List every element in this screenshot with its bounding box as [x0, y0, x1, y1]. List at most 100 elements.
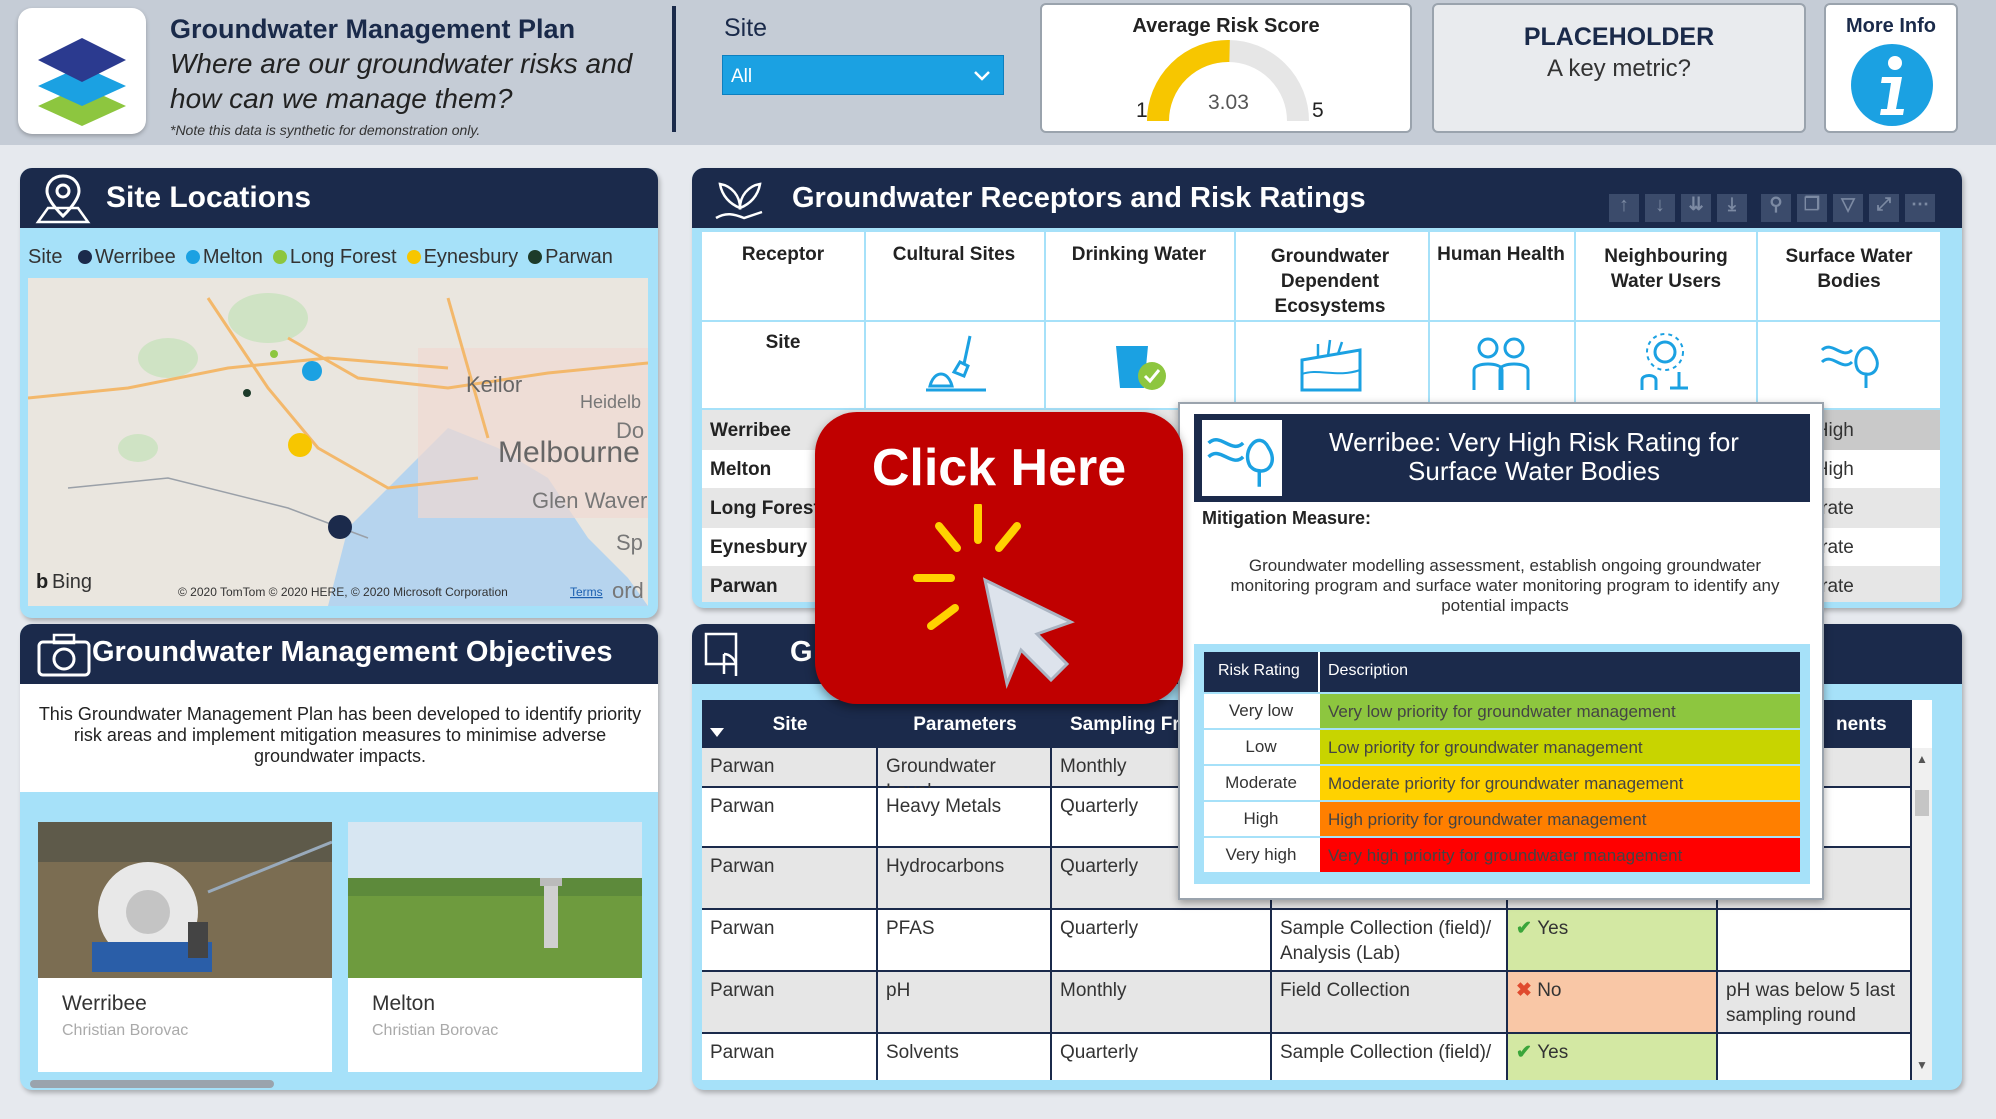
- cell-param[interactable]: Solvents: [878, 1034, 1052, 1080]
- cell-comment[interactable]: [1718, 910, 1912, 972]
- col-gde[interactable]: Groundwater Dependent Ecosystems: [1250, 244, 1410, 319]
- more-options-icon[interactable]: ⋯: [1905, 194, 1935, 222]
- cell-site[interactable]: Parwan: [702, 788, 878, 848]
- gauge-value: 3.03: [1208, 91, 1249, 114]
- cell-param[interactable]: PFAS: [878, 910, 1052, 972]
- col-surface-water-bodies[interactable]: Surface Water Bodies: [1776, 244, 1922, 294]
- camera-icon: [37, 633, 91, 677]
- map-label-melbourne: Melbourne: [498, 436, 640, 469]
- werribee-photo: [38, 822, 333, 978]
- col-drinking-water[interactable]: Drinking Water: [1044, 244, 1234, 266]
- neighbouring-users-icon: [1640, 333, 1688, 390]
- sort-desc-icon[interactable]: [710, 728, 724, 738]
- legend-item-long-forest[interactable]: Long Forest: [290, 246, 397, 268]
- drill-down-icon[interactable]: ↓: [1645, 194, 1675, 222]
- risk-tooltip: Werribee: Very High Risk Rating for Surf…: [1178, 402, 1824, 900]
- surface-water-icon: [1820, 345, 1879, 388]
- legend-item-eynesbury[interactable]: Eynesbury: [424, 246, 519, 268]
- rating-description: High priority for groundwater management: [1318, 802, 1800, 836]
- col-human-health[interactable]: Human Health: [1428, 244, 1574, 266]
- layers-icon: [38, 38, 126, 126]
- location-pin-icon: [35, 174, 91, 224]
- rating-table: Risk Rating Description Very low Very low…: [1204, 652, 1800, 876]
- cell-comment[interactable]: pH was below 5 last sampling round: [1718, 972, 1912, 1034]
- cell-comment[interactable]: [1718, 1034, 1912, 1080]
- cell-status[interactable]: ✖ No: [1508, 972, 1718, 1034]
- photo-card-melton[interactable]: Melton Christian Borovac: [348, 822, 642, 1072]
- rating-cell: High: [1204, 802, 1318, 836]
- cell-status[interactable]: ✔ Yes: [1508, 1034, 1718, 1080]
- site-filter-dropdown[interactable]: All: [722, 55, 1004, 95]
- rating-description: Moderate priority for groundwater manage…: [1318, 766, 1800, 800]
- cell-freq[interactable]: Quarterly: [1052, 1034, 1272, 1080]
- photo-scrollbar[interactable]: [30, 1080, 274, 1088]
- check-icon: ✔: [1516, 1042, 1538, 1063]
- cell-freq[interactable]: Monthly: [1052, 972, 1272, 1034]
- cell-param[interactable]: Heavy Metals: [878, 788, 1052, 848]
- monitoring-icon: [704, 632, 738, 676]
- site-filter-label: Site: [724, 14, 768, 42]
- legend-dot-long-forest: [272, 250, 287, 264]
- cell-site[interactable]: Parwan: [702, 1034, 878, 1080]
- photo-card-werribee[interactable]: Werribee Christian Borovac: [38, 822, 333, 1072]
- receptor-header: Receptor: [741, 244, 825, 265]
- page-title: Groundwater Management Plan: [170, 14, 576, 44]
- rating-cell: Very high: [1204, 838, 1318, 872]
- photo-author-werribee: Christian Borovac: [62, 1022, 189, 1039]
- cell-site[interactable]: Parwan: [702, 972, 878, 1034]
- site-locations-title: Site Locations: [106, 181, 312, 214]
- click-here-callout[interactable]: Click Here: [815, 412, 1183, 704]
- drill-up-icon[interactable]: ↑: [1609, 194, 1639, 222]
- site-map[interactable]: Keilor Heidelb Do Melbourne Glen Waver S…: [28, 278, 648, 606]
- rating-description: Very low priority for groundwater manage…: [1318, 694, 1800, 728]
- expand-all-icon[interactable]: ⇊: [1681, 194, 1711, 222]
- cell-freq[interactable]: Quarterly: [1052, 910, 1272, 972]
- bing-logo: b: [36, 571, 48, 593]
- cell-method[interactable]: Field Collection: [1272, 972, 1508, 1034]
- pin-icon[interactable]: ⚲: [1761, 194, 1791, 222]
- cell-site[interactable]: Parwan: [702, 910, 878, 972]
- cell-method[interactable]: Sample Collection (field)/ Analysis (Lab…: [1272, 910, 1508, 972]
- col-neighbouring-water-users[interactable]: Neighbouring Water Users: [1588, 244, 1744, 294]
- filter-icon[interactable]: ▽: [1833, 194, 1863, 222]
- th-parameters[interactable]: Parameters: [878, 700, 1052, 748]
- gauge-max: 5: [1312, 99, 1324, 122]
- col-cultural-sites[interactable]: Cultural Sites: [864, 244, 1044, 266]
- copy-icon[interactable]: ❐: [1797, 194, 1827, 222]
- cell-param[interactable]: Groundwater Level: [878, 748, 1052, 802]
- rating-cell: Very low: [1204, 694, 1318, 728]
- rating-cell: Low: [1204, 730, 1318, 764]
- plant-hand-icon: [715, 182, 763, 220]
- legend-item-melton[interactable]: Melton: [203, 246, 263, 268]
- legend-item-werribee[interactable]: Werribee: [95, 246, 176, 268]
- rating-cell: Moderate: [1204, 766, 1318, 800]
- focus-mode-icon[interactable]: ⤢: [1869, 194, 1899, 222]
- map-copyright: © 2020 TomTom © 2020 HERE, © 2020 Micros…: [178, 585, 508, 599]
- map-terms-link: Terms: [570, 585, 603, 599]
- app-logo: [18, 8, 146, 134]
- expand-next-icon[interactable]: ⤓: [1717, 194, 1747, 222]
- cultural-sites-icon: [926, 335, 986, 392]
- rating-description: Low priority for groundwater management: [1318, 730, 1800, 764]
- cell-site[interactable]: Parwan: [702, 748, 878, 788]
- legend-label: Site: [28, 246, 63, 268]
- mitigation-label: Mitigation Measure:: [1202, 508, 1372, 528]
- info-icon[interactable]: [1850, 43, 1934, 127]
- gauge-min: 1: [1136, 99, 1148, 122]
- cell-method[interactable]: Sample Collection (field)/: [1272, 1034, 1508, 1080]
- cell-status[interactable]: ✔ Yes: [1508, 910, 1718, 972]
- map-legend: Site Werribee Melton Long Forest Eynesbury P…: [28, 246, 613, 269]
- legend-dot-eynesbury: [406, 250, 421, 264]
- cell-param[interactable]: Hydrocarbons: [878, 848, 1052, 910]
- cell-site[interactable]: Parwan: [702, 848, 878, 910]
- th-site[interactable]: Site: [702, 700, 878, 748]
- more-info-card[interactable]: More Info: [1824, 3, 1958, 133]
- tooltip-header: Werribee: Very High Risk Rating for Surf…: [1194, 414, 1810, 502]
- map-canvas[interactable]: Keilor Heidelb Do Melbourne Glen Waver S…: [28, 278, 648, 606]
- cell-param[interactable]: pH: [878, 972, 1052, 1034]
- objectives-text: This Groundwater Management Plan has bee…: [38, 704, 642, 766]
- table-scrollbar[interactable]: ▲ ▼: [1912, 748, 1932, 1080]
- placeholder-subtitle: A key metric?: [1546, 55, 1692, 82]
- legend-item-parwan[interactable]: Parwan: [545, 246, 613, 268]
- tooltip-title: Werribee: Very High Risk Rating for Surf…: [1329, 427, 1739, 486]
